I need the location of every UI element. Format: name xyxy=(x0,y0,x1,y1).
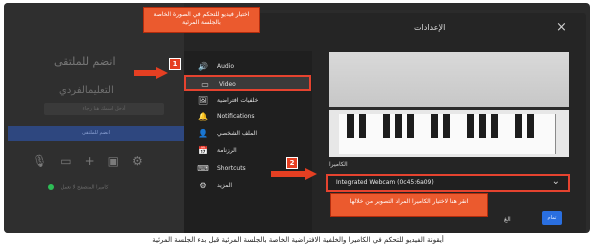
settings-icon[interactable]: ⚙ xyxy=(132,154,143,168)
piano-key-black xyxy=(347,114,354,138)
camera-preview xyxy=(329,52,569,157)
sidebar-item-audio[interactable]: 🔊 Audio xyxy=(184,59,312,75)
chevron-down-icon: ⌄ xyxy=(551,176,560,187)
settings-sidebar: 🔊 Audio ▭ Video 🖼 خلفيات افتراضية 🔔 Noti… xyxy=(184,51,312,233)
piano-key-black xyxy=(443,114,450,138)
sidebar-item-label: الرزنامة xyxy=(217,147,237,154)
sidebar-item-label: المزيد xyxy=(217,182,233,189)
cancel-button[interactable]: الغ xyxy=(504,216,511,223)
sidebar-item-notifications[interactable]: 🔔 Notifications xyxy=(184,109,312,125)
lobby-display-name: التعليمالفردي xyxy=(59,85,114,96)
camera-label: الكاميرا xyxy=(329,161,348,168)
piano-key-black xyxy=(395,114,402,138)
lobby-name-input[interactable]: أدخل اسمك هنا رجاء xyxy=(44,103,164,115)
sidebar-item-label: Shortcuts xyxy=(217,165,246,172)
sidebar-item-more[interactable]: ⚙ المزيد xyxy=(184,178,312,194)
piano-key-black xyxy=(527,114,534,138)
piano-key-black xyxy=(515,114,522,138)
camera-status: كاميرا المتصفح لا تعمل xyxy=(48,184,108,191)
camera-icon[interactable]: ▭ xyxy=(60,154,71,168)
sidebar-item-profile[interactable]: 👤 الملف الشخصي xyxy=(184,126,312,142)
piano-keys xyxy=(339,114,559,154)
arrow-right-icon xyxy=(134,67,168,79)
camera-select[interactable]: Integrated Webcam (0c45:6a09) ⌄ xyxy=(326,174,570,192)
gear-icon: ⚙ xyxy=(199,181,207,190)
microphone-icon[interactable]: 🎙 xyxy=(32,154,47,168)
piano-key-black xyxy=(383,114,390,138)
add-person-icon[interactable]: + xyxy=(85,154,95,168)
save-button[interactable]: تمام xyxy=(542,211,562,225)
dialog-title: الإعدادات xyxy=(414,23,446,32)
app-window: انضم للملتقى التعليمالفردي أدخل اسمك هنا… xyxy=(4,3,590,233)
piano-key-black xyxy=(407,114,414,138)
piano-key-black xyxy=(491,114,498,138)
background-icon: 🖼 xyxy=(197,96,209,105)
preview-background xyxy=(329,52,569,107)
sidebar-item-virtual-backgrounds[interactable]: 🖼 خلفيات افتراضية xyxy=(184,93,312,109)
piano-key-black xyxy=(359,114,366,138)
sidebar-item-label: Audio xyxy=(217,63,235,70)
step-marker-1: 1 xyxy=(169,58,181,70)
lobby-join-heading: انضم للملتقى xyxy=(54,55,116,68)
join-meeting-button[interactable]: انضم للملتقى xyxy=(8,126,184,141)
status-dot xyxy=(48,184,54,190)
piano-key-white xyxy=(543,114,556,154)
camera-select-value: Integrated Webcam (0c45:6a09) xyxy=(336,179,434,186)
callout-camera-instruction: انقر هنا لاختيار الكاميرا المراد التصوير… xyxy=(330,193,488,217)
close-icon[interactable]: × xyxy=(556,21,567,34)
lobby-panel: انضم للملتقى التعليمالفردي أدخل اسمك هنا… xyxy=(4,3,184,233)
arrow-right-icon xyxy=(271,168,317,180)
speaker-icon: 🔊 xyxy=(198,62,208,71)
camera-status-text: كاميرا المتصفح لا تعمل xyxy=(60,184,109,191)
image-icon[interactable]: ▣ xyxy=(108,154,119,168)
callout-video-instruction: اختيار فيديو للتحكم في الصورة الخاصة بال… xyxy=(143,7,260,33)
piano-key-black xyxy=(467,114,474,138)
shortcut-icon: ⌨ xyxy=(197,164,209,173)
sidebar-item-label: Notifications xyxy=(217,113,255,120)
bell-icon: 🔔 xyxy=(198,112,208,121)
camera-icon: ▭ xyxy=(201,80,209,89)
calendar-icon: 📅 xyxy=(198,146,208,155)
person-icon: 👤 xyxy=(198,129,208,138)
sidebar-item-label: Video xyxy=(219,81,236,88)
sidebar-item-video[interactable]: ▭ Video xyxy=(184,75,311,91)
figure-caption: أيقونة الفيديو للتحكم في الكاميرا والخلف… xyxy=(152,236,444,244)
sidebar-item-label: خلفيات افتراضية xyxy=(217,97,259,104)
piano-key-black xyxy=(479,114,486,138)
sidebar-item-label: الملف الشخصي xyxy=(217,130,257,137)
piano-key-black xyxy=(431,114,438,138)
lobby-toolbar: 🎙 ▭ + ▣ ⚙ xyxy=(32,154,143,168)
